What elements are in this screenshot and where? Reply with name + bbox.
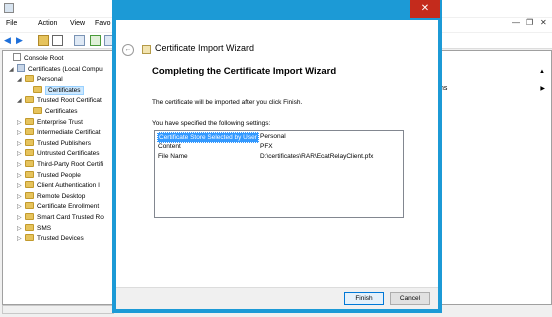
tree-item-label: Trusted Root Certificat — [37, 97, 102, 105]
folder-icon — [25, 138, 34, 146]
actions-pane: ns ▲ ▶ — [437, 50, 552, 305]
dialog-title-bar — [112, 0, 442, 20]
tree-item-label: Intermediate Certificat — [37, 129, 101, 137]
settings-label: You have specified the following setting… — [152, 120, 271, 127]
tree-item[interactable]: Certificates — [25, 106, 78, 117]
tree-item-label: Remote Desktop — [37, 192, 86, 200]
tree-item[interactable]: ▷ Third-Party Root Certifi — [17, 159, 103, 170]
folder-icon — [25, 96, 34, 104]
folder-icon — [25, 149, 34, 157]
tree-item[interactable]: ▷ Smart Card Trusted Ro — [17, 212, 104, 223]
certificates-snapin-icon — [17, 63, 25, 72]
tree-item[interactable]: ▷ Trusted People — [17, 170, 81, 181]
tree-item[interactable]: ◢ Personal — [17, 74, 63, 85]
folder-icon — [25, 75, 34, 83]
tree-item-label: Trusted Devices — [37, 235, 84, 243]
tree-item[interactable]: ▷ Trusted Publishers — [17, 138, 91, 149]
back-arrow-icon[interactable]: ◀ — [4, 35, 15, 46]
folder-icon — [25, 213, 34, 220]
dialog-close-button[interactable]: ✕ — [410, 0, 440, 18]
settings-row[interactable]: File Name D:\certificates\RAR\EcatRelayC… — [156, 152, 402, 161]
refresh-icon[interactable] — [90, 35, 101, 46]
copy-icon[interactable] — [74, 35, 85, 46]
back-button[interactable]: ← — [122, 44, 134, 56]
collapse-arrow-icon[interactable]: ◢ — [17, 75, 25, 86]
tree-item-label: SMS — [37, 224, 52, 232]
folder-icon — [25, 181, 34, 189]
tree-item[interactable]: ▷ Trusted Devices — [17, 233, 84, 244]
setting-key: Content — [158, 143, 181, 150]
folder-icon — [25, 160, 34, 167]
folder-icon — [25, 202, 34, 210]
menu-favorites[interactable]: Favo — [95, 20, 111, 27]
actions-submenu-icon[interactable]: ▶ — [540, 85, 545, 92]
tree-item[interactable]: Certificates — [25, 85, 84, 96]
dialog-body: ← Certificate Import Wizard Completing t… — [116, 20, 438, 287]
mmc-min-icon[interactable]: — — [512, 18, 520, 27]
setting-value: D:\certificates\RAR\EcatRelayClient.pfx — [260, 153, 374, 160]
tree-item[interactable]: ▷ Client Authentication I — [17, 180, 100, 191]
tree-item-label: Trusted Publishers — [37, 139, 91, 147]
folder-icon — [33, 107, 42, 114]
tree-item-label: Certificates (Local Compu — [28, 65, 103, 73]
finish-button[interactable]: Finish — [344, 292, 384, 305]
up-folder-icon[interactable] — [38, 35, 49, 46]
tree-item-label: Trusted People — [37, 171, 81, 179]
folder-icon — [25, 234, 34, 242]
menu-view[interactable]: View — [70, 20, 85, 27]
tree-item-label: Smart Card Trusted Ro — [37, 214, 104, 221]
tree-item[interactable]: ◢ Certificates (Local Compu — [9, 63, 103, 76]
console-tree[interactable]: Console Root ◢ Certificates (Local Compu ◢ P… — [2, 50, 114, 305]
tree-item-label: Certificate Enrollment — [37, 203, 100, 211]
menu-file[interactable]: File — [6, 20, 17, 27]
certificate-import-wizard-dialog: ✕ ← Certificate Import Wizard Completing… — [112, 0, 442, 313]
expand-arrow-icon[interactable]: ▷ — [17, 234, 25, 245]
tree-item[interactable]: ▷ Intermediate Certificat — [17, 127, 101, 138]
wizard-title: Certificate Import Wizard — [155, 43, 255, 53]
folder-icon — [25, 170, 34, 178]
actions-expand-icon[interactable]: ▲ — [539, 69, 545, 75]
setting-key: File Name — [158, 153, 188, 160]
collapse-arrow-icon[interactable]: ◢ — [9, 65, 17, 76]
show-tree-icon[interactable] — [52, 35, 63, 46]
folder-icon — [25, 117, 34, 125]
settings-row[interactable]: Certificate Store Selected by User Perso… — [156, 132, 402, 143]
tree-item-label: Untrusted Certificates — [37, 150, 100, 158]
tree-item[interactable]: ◢ Trusted Root Certificat — [17, 95, 102, 106]
tree-item-label: Console Root — [24, 55, 64, 62]
setting-value: PFX — [260, 143, 273, 150]
tree-item-label: Personal — [37, 76, 63, 84]
description-text: The certificate will be imported after y… — [152, 99, 303, 106]
tree-horizontal-scrollbar[interactable] — [2, 305, 114, 314]
tree-item[interactable]: Console Root — [5, 53, 63, 64]
certificate-icon — [142, 45, 151, 54]
forward-arrow-icon[interactable]: ▶ — [16, 35, 27, 46]
console-root-icon — [13, 53, 21, 61]
tree-item[interactable]: ▷ SMS — [17, 223, 51, 234]
page-heading: Completing the Certificate Import Wizard — [152, 66, 337, 77]
mmc-close-icon[interactable]: ✕ — [540, 18, 547, 27]
tree-item-label: Client Authentication I — [37, 182, 100, 190]
folder-icon — [25, 223, 34, 231]
tree-item-label: Certificates — [45, 108, 78, 115]
tree-item[interactable]: ▷ Remote Desktop — [17, 191, 85, 202]
settings-row[interactable]: Content PFX — [156, 142, 402, 151]
settings-list[interactable]: Certificate Store Selected by User Perso… — [154, 130, 404, 218]
tree-item[interactable]: ▷ Untrusted Certificates — [17, 148, 100, 159]
tree-item-label: Third-Party Root Certifi — [37, 161, 104, 168]
folder-icon — [25, 128, 34, 136]
folder-icon — [33, 85, 42, 93]
collapse-arrow-icon[interactable]: ◢ — [17, 96, 25, 107]
tree-item[interactable]: ▷ Certificate Enrollment — [17, 201, 99, 212]
cancel-button[interactable]: Cancel — [390, 292, 430, 305]
folder-icon — [25, 191, 34, 199]
menu-action[interactable]: Action — [38, 20, 57, 27]
mmc-app-icon — [4, 3, 14, 13]
tree-item-label: Certificates — [45, 85, 84, 95]
tree-item[interactable]: ▷ Enterprise Trust — [17, 117, 83, 128]
setting-value: Personal — [260, 133, 286, 140]
mmc-restore-icon[interactable]: ❐ — [526, 18, 533, 27]
tree-item-label: Enterprise Trust — [37, 118, 83, 126]
